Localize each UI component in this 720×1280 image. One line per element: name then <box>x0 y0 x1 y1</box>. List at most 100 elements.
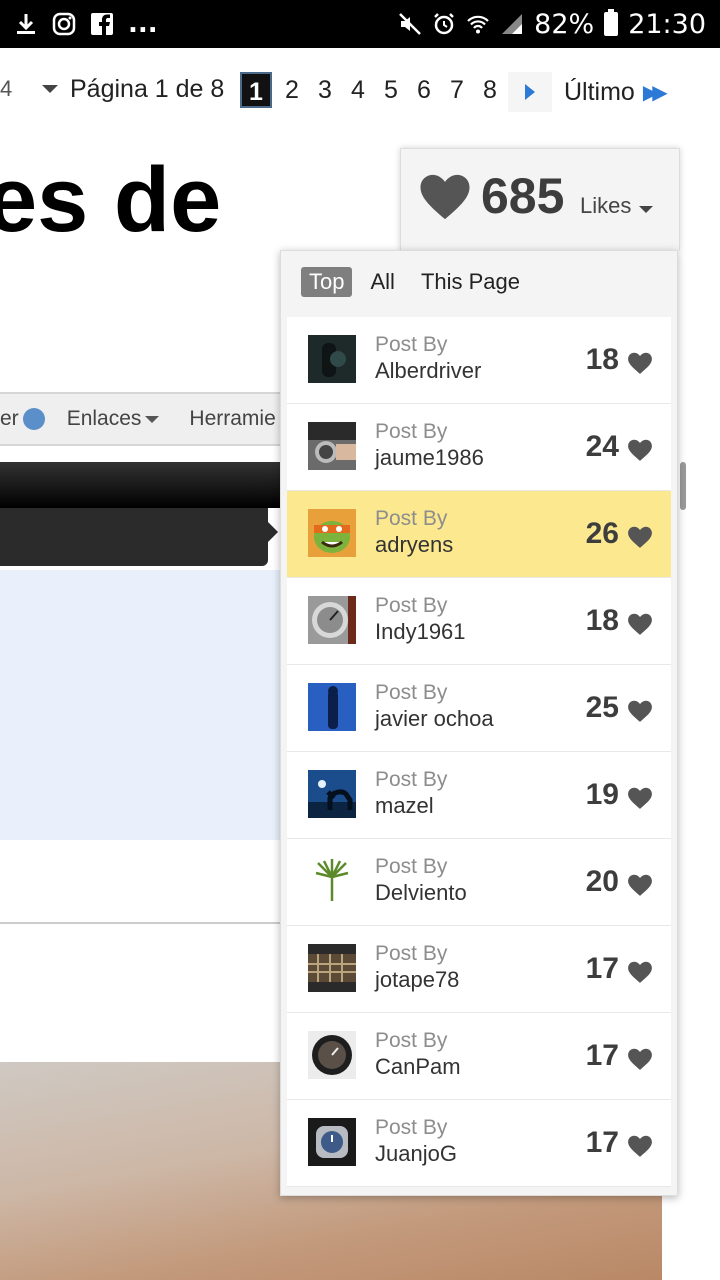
avatar <box>308 422 356 470</box>
avatar <box>308 683 356 731</box>
avatar <box>308 857 356 905</box>
list-item[interactable]: Post By Alberdriver 18 <box>287 317 671 404</box>
nav-item-partial[interactable]: er <box>0 407 67 431</box>
post-by-label: Post By <box>375 594 448 617</box>
status-bar: ... 82% 21:30 <box>0 0 720 48</box>
page-jump-dropdown[interactable]: Página 1 de 8 <box>34 70 234 108</box>
like-count: 17 <box>585 1039 619 1072</box>
list-item[interactable]: Post By javier ochoa 25 <box>287 665 671 752</box>
double-arrow-icon: ▶▶ <box>642 81 668 104</box>
avatar <box>308 1031 356 1079</box>
heart-icon <box>627 786 653 815</box>
expand-icon <box>22 408 45 430</box>
more-notifications: ... <box>128 9 158 39</box>
post-by-label: Post By <box>375 420 448 443</box>
alarm-icon <box>432 12 456 36</box>
post-by-label: Post By <box>375 333 448 356</box>
dark-banner <box>0 508 268 566</box>
username: jaume1986 <box>375 445 484 470</box>
list-item[interactable]: Post By CanPam 17 <box>287 1013 671 1100</box>
list-item[interactable]: Post By JuanjoG 17 <box>287 1100 671 1187</box>
list-item[interactable]: Post By jaume1986 24 <box>287 404 671 491</box>
list-item[interactable]: Post By mazel 19 <box>287 752 671 839</box>
avatar <box>308 944 356 992</box>
username: Delviento <box>375 880 467 905</box>
username: javier ochoa <box>375 706 494 731</box>
instagram-icon <box>52 12 76 36</box>
last-page-label: Último <box>564 77 635 106</box>
last-page-button[interactable]: Último ▶▶ <box>556 72 680 112</box>
banner-arrow <box>268 522 278 542</box>
likes-tabs: Top All This Page <box>301 267 538 297</box>
avatar <box>308 335 356 383</box>
caret-down-icon <box>639 206 653 213</box>
mute-icon <box>398 12 422 36</box>
next-page-button[interactable] <box>508 72 552 112</box>
like-count: 25 <box>585 691 619 724</box>
username: Alberdriver <box>375 358 482 383</box>
list-item-highlighted[interactable]: Post By adryens 26 <box>287 491 671 578</box>
likes-count: 685 <box>481 168 565 224</box>
nav-item-label: Herramie <box>189 407 276 430</box>
avatar <box>308 770 356 818</box>
post-by-label: Post By <box>375 855 448 878</box>
tab-top[interactable]: Top <box>301 267 353 297</box>
page-number-cut[interactable]: 4 <box>0 76 12 102</box>
tab-all[interactable]: All <box>362 267 402 297</box>
heart-icon <box>627 438 653 467</box>
page-1-current[interactable]: 1 <box>240 72 272 108</box>
like-count: 19 <box>585 778 619 811</box>
facebook-icon <box>90 12 114 36</box>
like-count: 20 <box>585 865 619 898</box>
nav-item-label: er <box>0 407 19 430</box>
like-count: 26 <box>585 517 619 550</box>
username: JuanjoG <box>375 1141 457 1166</box>
likes-dropdown-panel: Top All This Page Post By Alberdriver 18… <box>280 250 678 1196</box>
like-count: 17 <box>585 1126 619 1159</box>
page-8-link[interactable]: 8 <box>474 72 506 108</box>
nav-item-herramientas[interactable]: Herramie <box>189 407 275 431</box>
list-item[interactable]: Post By jotape78 17 <box>287 926 671 1013</box>
post-by-label: Post By <box>375 1116 448 1139</box>
wifi-icon <box>466 12 490 36</box>
content-block <box>0 570 280 840</box>
tab-this-page[interactable]: This Page <box>413 267 528 297</box>
avatar <box>308 509 356 557</box>
username: jotape78 <box>375 967 460 992</box>
heart-icon <box>417 169 473 230</box>
next-arrow-icon <box>525 84 535 100</box>
page-7-link[interactable]: 7 <box>441 72 473 108</box>
dark-header-bar <box>0 462 280 508</box>
clock: 21:30 <box>628 8 706 40</box>
post-by-label: Post By <box>375 507 448 530</box>
list-item[interactable]: Post By Delviento 20 <box>287 839 671 926</box>
likes-toggle[interactable]: 685 Likes <box>400 148 680 250</box>
likes-label: Likes <box>580 193 632 218</box>
like-count: 17 <box>585 952 619 985</box>
post-by-label: Post By <box>375 768 448 791</box>
avatar <box>308 596 356 644</box>
list-item[interactable]: Post By Indy1961 18 <box>287 578 671 665</box>
signal-icon <box>500 12 524 36</box>
username: mazel <box>375 793 434 818</box>
heart-icon <box>627 873 653 902</box>
page-2-link[interactable]: 2 <box>276 72 308 108</box>
scrollbar-thumb[interactable] <box>680 462 686 510</box>
page-4-link[interactable]: 4 <box>342 72 374 108</box>
nav-item-enlaces[interactable]: Enlaces <box>67 407 190 431</box>
download-icon <box>14 12 38 36</box>
caret-down-icon <box>145 415 160 423</box>
post-by-label: Post By <box>375 942 448 965</box>
likes-list: Post By Alberdriver 18 Post By jaume1986… <box>287 317 671 1187</box>
pagination: 4 Página 1 de 8 1 2 3 4 5 6 7 8 Último ▶… <box>0 68 720 112</box>
battery-percent: 82% <box>534 8 595 40</box>
heart-icon <box>627 960 653 989</box>
page-6-link[interactable]: 6 <box>408 72 440 108</box>
username: adryens <box>375 532 454 557</box>
forum-nav-strip: er Enlaces Herramie <box>0 392 290 446</box>
divider <box>0 922 280 924</box>
page-label: Página 1 de 8 <box>70 74 225 103</box>
page-3-link[interactable]: 3 <box>309 72 341 108</box>
post-by-label: Post By <box>375 1029 448 1052</box>
page-5-link[interactable]: 5 <box>375 72 407 108</box>
